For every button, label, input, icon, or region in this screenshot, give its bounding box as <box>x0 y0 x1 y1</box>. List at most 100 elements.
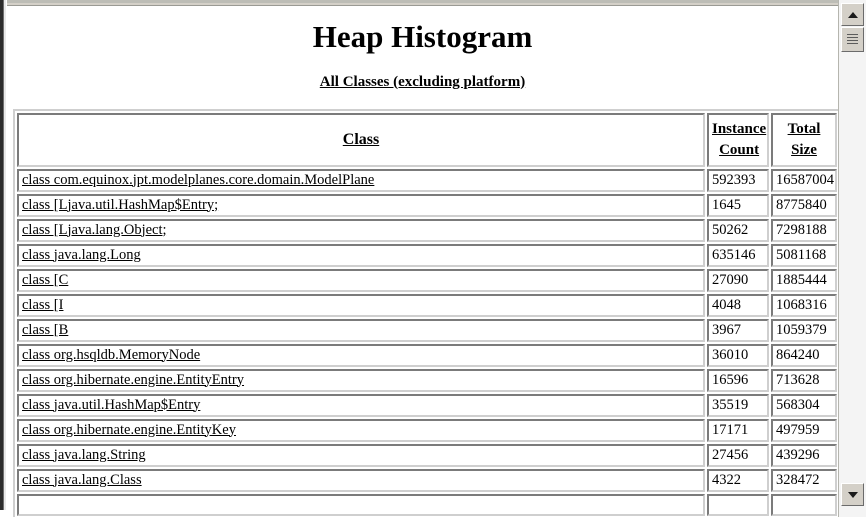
page-viewport: Heap Histogram All Classes (excluding pl… <box>7 7 838 517</box>
table-row: class [Ljava.lang.Object; 50262 7298188 <box>17 218 837 242</box>
sort-by-total-size-link[interactable]: Total Size <box>788 119 821 161</box>
browser-window: Heap Histogram All Classes (excluding pl… <box>0 0 866 517</box>
cell-total-size: 1068316 <box>771 293 837 317</box>
class-link[interactable]: class [C <box>22 272 68 288</box>
table-row: class org.hibernate.engine.EntityKey 1717… <box>17 418 837 442</box>
class-link[interactable]: class java.lang.Long <box>22 247 141 263</box>
cell-total-size: 1059379 <box>771 318 837 342</box>
cell-class: class [Ljava.lang.Object; <box>17 218 705 242</box>
cell-class: class [B <box>17 318 705 342</box>
table-row: class org.hsqldb.MemoryNode 36010 864240 <box>17 343 837 367</box>
instance-count-line1: Instance <box>712 120 767 137</box>
cell-instance-count: 1645 <box>707 193 769 217</box>
table-row: class [I 4048 1068316 <box>17 293 837 317</box>
chevron-down-icon <box>847 491 858 498</box>
cell-total-size: 1885444 <box>771 268 837 292</box>
heap-histogram-table: Class Instance Count Total Size class com.… <box>13 108 838 517</box>
histogram-table-container: Class Instance Count Total Size class com.… <box>7 91 838 517</box>
scrollbar-track[interactable] <box>839 0 866 517</box>
column-header-instance-count[interactable]: Instance Count <box>707 112 769 167</box>
vertical-scrollbar[interactable] <box>838 0 866 517</box>
table-header: Class Instance Count Total Size <box>17 112 837 167</box>
window-top-chrome <box>0 0 866 6</box>
class-link[interactable]: class java.lang.Class <box>22 472 142 488</box>
chevron-up-icon <box>847 11 858 18</box>
cell-total-size: 5081168 <box>771 243 837 267</box>
cell-instance-count <box>707 493 769 516</box>
window-left-edge <box>0 0 7 517</box>
cell-total-size: 7298188 <box>771 218 837 242</box>
cell-instance-count: 4048 <box>707 293 769 317</box>
cell-instance-count: 592393 <box>707 168 769 192</box>
table-row: class java.util.HashMap$Entry 35519 568304 <box>17 393 837 417</box>
window-bottom-corner <box>0 510 7 517</box>
column-header-total-size[interactable]: Total Size <box>771 112 837 167</box>
cell-instance-count: 4322 <box>707 468 769 492</box>
cell-instance-count: 36010 <box>707 343 769 367</box>
cell-class: class [Ljava.util.HashMap$Entry; <box>17 193 705 217</box>
class-link[interactable]: class com.equinox.jpt.modelplanes.core.d… <box>22 172 374 188</box>
class-link[interactable]: class java.util.HashMap$Entry <box>22 397 200 413</box>
cell-instance-count: 27090 <box>707 268 769 292</box>
table-body: class com.equinox.jpt.modelplanes.core.d… <box>17 168 837 516</box>
cell-class: class org.hibernate.engine.EntityKey <box>17 418 705 442</box>
class-link[interactable]: class org.hibernate.engine.EntityKey <box>22 422 236 438</box>
cell-class: class java.lang.String <box>17 443 705 467</box>
scrollbar-thumb[interactable] <box>841 27 864 52</box>
cell-total-size <box>771 493 837 516</box>
cell-total-size: 713628 <box>771 368 837 392</box>
sort-by-class-link[interactable]: Class <box>343 131 379 148</box>
class-link[interactable]: class org.hsqldb.MemoryNode <box>22 347 200 363</box>
cell-class: class java.util.HashMap$Entry <box>17 393 705 417</box>
class-link[interactable]: class [I <box>22 297 63 313</box>
table-row: class java.lang.String 27456 439296 <box>17 443 837 467</box>
subtitle-container: All Classes (excluding platform) <box>7 54 838 91</box>
cell-instance-count: 3967 <box>707 318 769 342</box>
cell-class: class [C <box>17 268 705 292</box>
class-link[interactable]: class [Ljava.util.HashMap$Entry; <box>22 197 218 213</box>
cell-total-size: 568304 <box>771 393 837 417</box>
class-link[interactable]: class org.hibernate.engine.EntityEntry <box>22 372 244 388</box>
all-classes-link[interactable]: All Classes (excluding platform) <box>320 74 525 90</box>
cell-class: class com.equinox.jpt.modelplanes.core.d… <box>17 168 705 192</box>
class-link[interactable]: class java.lang.String <box>22 447 146 463</box>
cell-instance-count: 35519 <box>707 393 769 417</box>
table-row: class [Ljava.util.HashMap$Entry; 1645 8775… <box>17 193 837 217</box>
page-title: Heap Histogram <box>312 19 533 54</box>
scroll-up-arrow-icon[interactable] <box>841 3 864 26</box>
table-row: class org.hibernate.engine.EntityEntry 16… <box>17 368 837 392</box>
sort-by-instance-count-link[interactable]: Instance Count <box>712 119 766 161</box>
cell-class: class java.lang.Class <box>17 468 705 492</box>
table-row: class [C 27090 1885444 <box>17 268 837 292</box>
total-size-line2: Size <box>791 141 817 158</box>
cell-class: class java.lang.Long <box>17 243 705 267</box>
heap-histogram-page: Heap Histogram All Classes (excluding pl… <box>7 7 838 517</box>
cell-total-size: 497959 <box>771 418 837 442</box>
table-row <box>17 493 837 516</box>
cell-total-size: 16587004 <box>771 168 837 192</box>
cell-instance-count: 635146 <box>707 243 769 267</box>
scroll-down-arrow-icon[interactable] <box>841 483 864 506</box>
cell-instance-count: 50262 <box>707 218 769 242</box>
instance-count-line2: Count <box>719 141 760 158</box>
cell-total-size: 328472 <box>771 468 837 492</box>
cell-class: class org.hsqldb.MemoryNode <box>17 343 705 367</box>
cell-instance-count: 27456 <box>707 443 769 467</box>
cell-total-size: 8775840 <box>771 193 837 217</box>
scrollbar-thumb-grip-icon <box>847 34 858 45</box>
class-link[interactable]: class [B <box>22 322 68 338</box>
cell-class: class [I <box>17 293 705 317</box>
class-link[interactable]: class [Ljava.lang.Object; <box>22 222 167 238</box>
total-size-line1: Total <box>787 120 821 137</box>
column-header-class[interactable]: Class <box>17 112 705 167</box>
cell-total-size: 439296 <box>771 443 837 467</box>
cell-instance-count: 16596 <box>707 368 769 392</box>
cell-instance-count: 17171 <box>707 418 769 442</box>
cell-total-size: 864240 <box>771 343 837 367</box>
window-chrome-strip <box>3 0 838 3</box>
cell-class: class org.hibernate.engine.EntityEntry <box>17 368 705 392</box>
table-row: class java.lang.Class 4322 328472 <box>17 468 837 492</box>
cell-class <box>17 493 705 516</box>
table-header-row: Class Instance Count Total Size <box>17 112 837 167</box>
table-row: class java.lang.Long 635146 5081168 <box>17 243 837 267</box>
